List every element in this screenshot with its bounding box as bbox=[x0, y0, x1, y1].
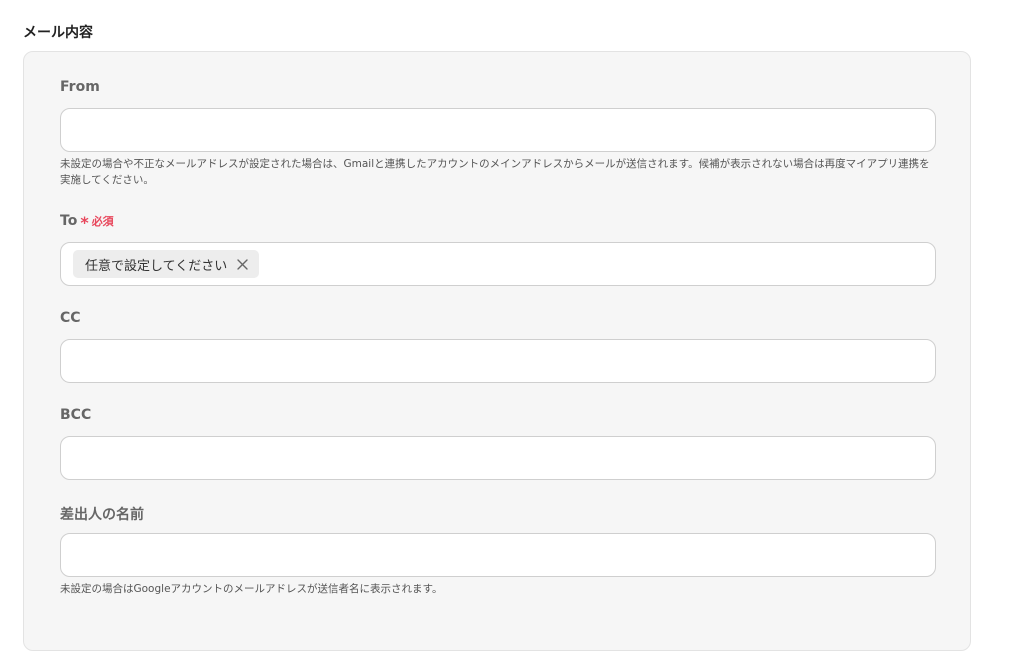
to-input[interactable]: 任意で設定してください bbox=[60, 242, 936, 286]
from-help-text: 未設定の場合や不正なメールアドレスが設定された場合は、Gmailと連携したアカウ… bbox=[60, 158, 930, 186]
required-badge: 必須 bbox=[91, 215, 114, 228]
sender-name-label: 差出人の名前 bbox=[60, 504, 144, 524]
to-label-text: To bbox=[60, 213, 78, 229]
bcc-label: BCC bbox=[60, 407, 91, 423]
sender-name-help-text: 未設定の場合はGoogleアカウントのメールアドレスが送信者名に表示されます。 bbox=[60, 583, 443, 595]
from-input[interactable] bbox=[60, 108, 936, 152]
bcc-input[interactable] bbox=[60, 436, 936, 480]
section-title: メール内容 bbox=[23, 25, 93, 41]
to-label: To * 必須 bbox=[60, 213, 114, 232]
required-asterisk: * bbox=[80, 213, 89, 232]
cc-label-text: CC bbox=[60, 310, 81, 326]
cc-label: CC bbox=[60, 310, 81, 326]
bcc-label-text: BCC bbox=[60, 407, 92, 423]
sender-name-input[interactable] bbox=[60, 533, 936, 577]
sender-name-label-text: 差出人の名前 bbox=[60, 507, 144, 523]
cc-input[interactable] bbox=[60, 339, 936, 383]
to-chip[interactable]: 任意で設定してください bbox=[73, 250, 260, 278]
close-icon[interactable] bbox=[235, 257, 249, 271]
from-label: From bbox=[60, 79, 100, 95]
to-chip-label: 任意で設定してください bbox=[85, 258, 228, 274]
mail-content-panel: From 未設定の場合や不正なメールアドレスが設定された場合は、Gmailと連携… bbox=[23, 51, 971, 651]
from-label-text: From bbox=[60, 79, 100, 95]
